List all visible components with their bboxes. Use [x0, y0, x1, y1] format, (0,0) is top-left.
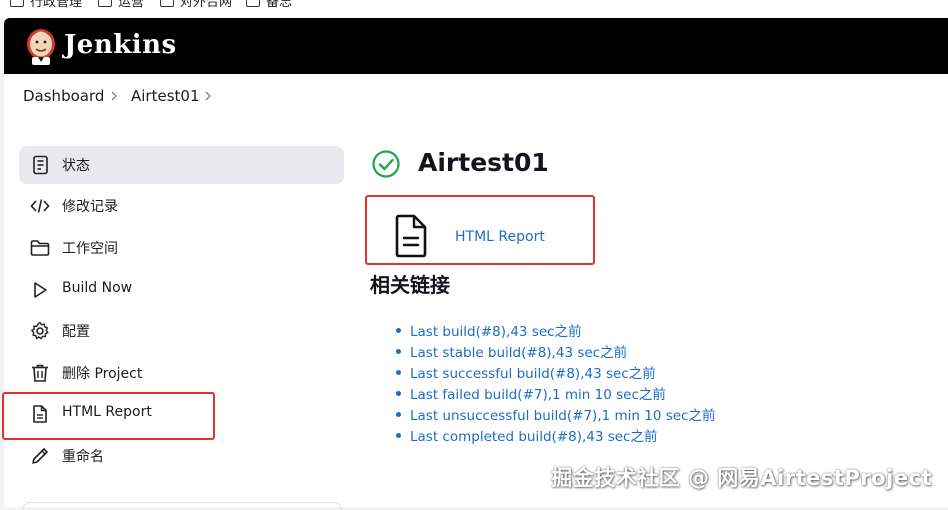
app-header: Jenkins — [4, 18, 948, 74]
document-icon — [33, 405, 47, 423]
bookmark-item[interactable]: 对外合网 — [160, 0, 233, 10]
last-build-link[interactable]: Last build(#8),43 sec之前 — [410, 324, 582, 340]
bookmark-item[interactable]: 备忘 — [246, 0, 293, 10]
bookmark-label: 对外合网 — [180, 0, 233, 10]
sidebar-item-label: 配置 — [62, 324, 90, 340]
checkbox-icon — [98, 0, 112, 7]
list-item: Last failed build(#7),1 min 10 sec之前 — [396, 383, 715, 404]
bullet-icon — [396, 391, 401, 396]
watermark: 掘金技术社区 @ 网易AirtestProject — [551, 466, 932, 490]
sidebar-item-label: 删除 Project — [62, 366, 143, 382]
sidebar-item-label: 重命名 — [62, 449, 104, 465]
sidebar-item-label: Build Now — [62, 280, 133, 296]
breadcrumb: Dashboard Airtest01 — [4, 74, 948, 118]
last-successful-build-link[interactable]: Last successful build(#8),43 sec之前 — [410, 366, 656, 382]
sidebar-item-delete-project[interactable]: 删除 Project — [19, 354, 344, 392]
play-icon — [34, 282, 47, 298]
bullet-icon — [396, 433, 401, 438]
last-stable-build-link[interactable]: Last stable build(#8),43 sec之前 — [410, 345, 627, 361]
sidebar-item-configure[interactable]: 配置 — [19, 312, 344, 350]
list-item: Last unsuccessful build(#7),1 min 10 sec… — [396, 404, 715, 425]
related-links-heading: 相关链接 — [370, 273, 450, 297]
bookmark-label: 运营 — [118, 0, 145, 10]
gear-icon — [31, 321, 49, 340]
sidebar-item-build-now[interactable]: Build Now — [19, 271, 344, 309]
last-unsuccessful-build-link[interactable]: Last unsuccessful build(#7),1 min 10 sec… — [410, 408, 715, 424]
sidebar-item-changes[interactable]: 修改记录 — [19, 187, 344, 225]
bullet-icon — [396, 370, 401, 375]
list-item: Last successful build(#8),43 sec之前 — [396, 362, 715, 383]
breadcrumb-job[interactable]: Airtest01 — [131, 87, 200, 105]
chevron-right-icon — [111, 91, 117, 101]
bookmarks-bar: 行政管理 运营 对外合网 备忘 — [0, 0, 948, 18]
jenkins-butler-icon[interactable] — [22, 26, 60, 66]
bullet-icon — [396, 349, 401, 354]
checkbox-icon — [160, 0, 174, 7]
notepad-icon — [33, 155, 48, 175]
list-item: Last build(#8),43 sec之前 — [396, 320, 715, 341]
code-icon — [30, 199, 50, 213]
bookmark-label: 备忘 — [266, 0, 293, 10]
success-check-icon — [372, 150, 400, 178]
list-item: Last completed build(#8),43 sec之前 — [396, 425, 715, 446]
sidebar-item-rename[interactable]: 重命名 — [19, 437, 344, 475]
last-failed-build-link[interactable]: Last failed build(#7),1 min 10 sec之前 — [410, 387, 666, 403]
sidebar-item-status[interactable]: 状态 — [19, 146, 344, 184]
trash-icon — [32, 364, 48, 382]
document-icon[interactable] — [392, 214, 430, 258]
sidebar-item-label: 状态 — [62, 158, 90, 174]
chevron-right-icon[interactable] — [201, 89, 215, 103]
last-completed-build-link[interactable]: Last completed build(#8),43 sec之前 — [410, 429, 657, 445]
sidebar-item-html-report[interactable]: HTML Report — [19, 395, 344, 433]
pencil-icon — [32, 448, 48, 464]
breadcrumb-dashboard[interactable]: Dashboard — [23, 87, 104, 105]
checkbox-icon — [10, 0, 24, 7]
page-title: Airtest01 — [418, 148, 549, 177]
sidebar-panel-edge — [22, 502, 342, 510]
checkbox-icon — [246, 0, 260, 7]
bookmark-item[interactable]: 运营 — [98, 0, 145, 10]
sidebar-item-label: 工作空间 — [62, 241, 118, 257]
brand-name[interactable]: Jenkins — [64, 30, 177, 60]
sidebar-item-label: 修改记录 — [62, 199, 118, 215]
main-content: 状态 修改记录 工作空间 Build Now 配置 删除 Project HTM… — [2, 118, 948, 510]
bullet-icon — [396, 328, 401, 333]
html-report-link[interactable]: HTML Report — [455, 229, 545, 245]
related-links-list: Last build(#8),43 sec之前 Last stable buil… — [396, 320, 715, 446]
sidebar-item-label: HTML Report — [62, 404, 152, 420]
list-item: Last stable build(#8),43 sec之前 — [396, 341, 715, 362]
folder-icon — [30, 240, 50, 256]
bullet-icon — [396, 412, 401, 417]
bookmark-label: 行政管理 — [30, 0, 83, 10]
bookmark-item[interactable]: 行政管理 — [10, 0, 83, 10]
sidebar-item-workspace[interactable]: 工作空间 — [19, 229, 344, 267]
